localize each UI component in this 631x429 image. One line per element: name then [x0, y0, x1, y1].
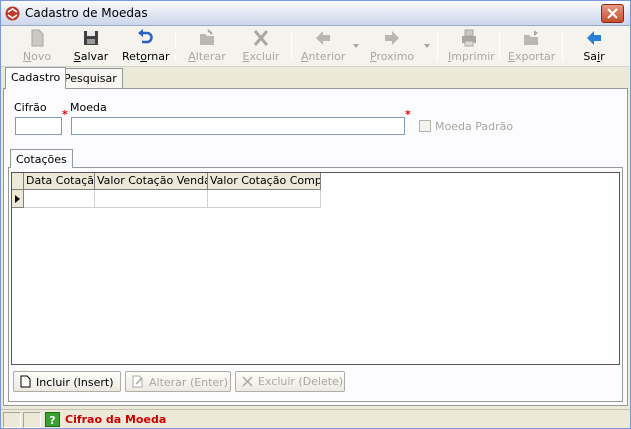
- alterar-row-label: Alterar (Enter): [149, 376, 229, 389]
- cotacoes-panel: Data Cotação Valor Cotação Venda Valor C…: [8, 167, 623, 402]
- arrow-left-icon: [316, 31, 330, 45]
- cifrao-label: Cifrão: [14, 101, 47, 114]
- toolbar-separator: [175, 31, 176, 61]
- cell-data-cotacao[interactable]: [24, 190, 95, 208]
- incluir-button[interactable]: Incluir (Insert): [13, 371, 121, 392]
- moeda-required-mark: *: [405, 108, 411, 121]
- status-bar: ? Cifrao da Moeda: [1, 409, 630, 428]
- moeda-padrao-label: Moeda Padrão: [435, 120, 514, 133]
- imprimir-label: Imprimir: [448, 50, 495, 63]
- row-indicator: [12, 190, 24, 208]
- new-page-icon: [20, 375, 31, 388]
- exportar-label: Exportar: [508, 50, 556, 63]
- help-icon: ?: [45, 412, 60, 427]
- column-header-valor-venda[interactable]: Valor Cotação Venda: [95, 173, 208, 190]
- salvar-label: Salvar: [73, 50, 109, 63]
- anterior-dropdown-arrow-icon[interactable]: [353, 44, 359, 48]
- sair-label: Sair: [583, 50, 605, 63]
- toolbar-separator: [499, 31, 500, 61]
- edit-folder-icon: [200, 29, 214, 45]
- title-bar: Cadastro de Moedas: [1, 1, 630, 26]
- exit-arrow-icon: [587, 31, 601, 45]
- tab-cotacoes[interactable]: Cotações: [10, 149, 73, 168]
- cadastro-panel: Cifrão * Moeda * Moeda Padrão Cotações D…: [3, 88, 628, 406]
- novo-label: Novo: [22, 50, 52, 63]
- retornar-label: Retornar: [122, 50, 170, 63]
- alterar-button[interactable]: Alterar: [187, 28, 227, 65]
- close-window-button[interactable]: [601, 4, 624, 23]
- cadastro-moedas-window: Cadastro de Moedas Novo Salvar Retornar …: [0, 0, 631, 429]
- status-cell-1: [3, 412, 21, 428]
- alterar-label: Alterar: [188, 50, 226, 63]
- imprimir-button[interactable]: Imprimir: [448, 28, 495, 65]
- cifrao-required-mark: *: [62, 108, 68, 121]
- status-message: Cifrao da Moeda: [65, 413, 167, 426]
- current-row-arrow-icon: [15, 195, 20, 203]
- excluir-button[interactable]: Excluir: [241, 28, 281, 65]
- export-folder-icon: [524, 30, 538, 45]
- toolbar-separator: [437, 31, 438, 61]
- cell-valor-venda[interactable]: [95, 190, 208, 208]
- excluir-label: Excluir: [242, 50, 280, 63]
- app-logo-icon: [5, 6, 20, 21]
- retornar-button[interactable]: Retornar: [122, 28, 170, 65]
- alterar-row-button[interactable]: Alterar (Enter): [125, 371, 231, 392]
- grid-corner-cell: [12, 173, 24, 190]
- column-header-data-cotacao[interactable]: Data Cotação: [24, 173, 95, 190]
- close-icon: [607, 8, 618, 19]
- proximo-button[interactable]: Proximo: [370, 28, 414, 65]
- tab-pesquisar[interactable]: Pesquisar: [58, 68, 123, 88]
- anterior-label: Anterior: [301, 50, 346, 63]
- save-disk-icon: [84, 31, 98, 45]
- moeda-input[interactable]: [71, 117, 405, 135]
- undo-arrow-icon: [138, 29, 153, 44]
- new-document-icon: [31, 29, 44, 47]
- main-tabs: Cadastro Pesquisar: [1, 67, 630, 89]
- tab-cadastro[interactable]: Cadastro: [5, 67, 67, 89]
- moeda-padrao-checkbox[interactable]: [419, 120, 431, 132]
- moeda-label: Moeda: [70, 101, 107, 114]
- anterior-button[interactable]: Anterior: [301, 28, 345, 65]
- grid-header-row: Data Cotação Valor Cotação Venda Valor C…: [12, 173, 321, 190]
- printer-icon: [462, 29, 476, 47]
- proximo-label: Proximo: [370, 50, 415, 63]
- toolbar-separator: [291, 31, 292, 61]
- column-header-valor-compra[interactable]: Valor Cotação Compra: [208, 173, 321, 190]
- toolbar-separator: [562, 31, 563, 61]
- cell-valor-compra[interactable]: [208, 190, 321, 208]
- edit-page-icon: [132, 375, 143, 388]
- cifrao-input[interactable]: [15, 117, 62, 135]
- arrow-right-icon: [385, 31, 399, 45]
- toolbar: Novo Salvar Retornar Alterar Excluir Ant…: [1, 26, 630, 67]
- delete-x-icon: [253, 30, 269, 46]
- exportar-button[interactable]: Exportar: [508, 28, 556, 65]
- status-cell-2: [23, 412, 41, 428]
- incluir-label: Incluir (Insert): [36, 376, 114, 389]
- proximo-dropdown-arrow-icon[interactable]: [424, 44, 430, 48]
- excluir-row-label: Excluir (Delete): [258, 375, 344, 388]
- excluir-row-button[interactable]: Excluir (Delete): [235, 371, 345, 392]
- salvar-button[interactable]: Salvar: [72, 28, 110, 65]
- novo-button[interactable]: Novo: [19, 28, 55, 65]
- delete-x-icon: [242, 376, 253, 387]
- window-title: Cadastro de Moedas: [25, 6, 148, 20]
- table-row[interactable]: [12, 190, 321, 208]
- cotacoes-grid[interactable]: Data Cotação Valor Cotação Venda Valor C…: [11, 172, 620, 365]
- sair-button[interactable]: Sair: [579, 28, 609, 65]
